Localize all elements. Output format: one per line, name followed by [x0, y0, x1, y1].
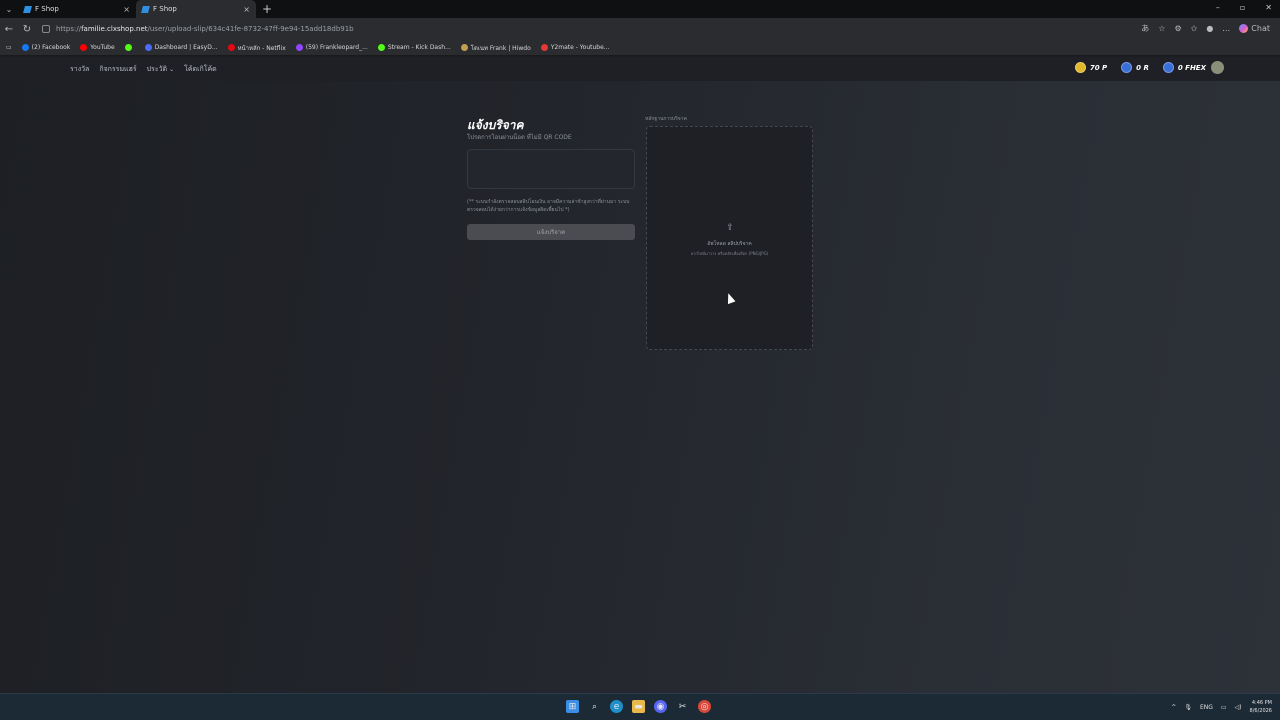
menu-item-activities[interactable]: กิจกรรมแฮร์: [99, 64, 136, 75]
bookmark-youtube[interactable]: YouTube: [80, 44, 115, 51]
form-note: (** ระบบกำลังตรวจสอบสลิปโอนเงิน อาจมีควา…: [467, 199, 630, 213]
favorites-icon[interactable]: ✩: [1191, 24, 1198, 33]
close-icon[interactable]: ×: [243, 5, 250, 14]
menu-item-history[interactable]: ประวัติ ⌄: [147, 64, 174, 75]
url-field[interactable]: https:// familie.clxshop.net /user/uploa…: [42, 22, 1122, 36]
profile-icon[interactable]: ●: [1206, 24, 1213, 33]
minimize-icon[interactable]: –: [1216, 3, 1220, 12]
favorite-star-icon[interactable]: ☆: [1158, 24, 1165, 33]
bookmark-twitch[interactable]: (59) Frankleopard_...: [295, 44, 368, 51]
upload-icon: ⇪: [726, 223, 734, 233]
y2mate-icon: [540, 44, 548, 51]
search-icon[interactable]: ⌕: [588, 700, 601, 713]
extensions-icon[interactable]: ⚙: [1174, 24, 1181, 33]
upload-label: หลักฐานการบริจาค: [645, 116, 687, 122]
reload-icon[interactable]: ↻: [18, 24, 36, 35]
edge-icon[interactable]: e: [610, 700, 623, 713]
bookmark-y2mate[interactable]: Y2mate - Youtube...: [540, 44, 610, 51]
upload-instruction: อัพโหลด สลิปบริจาค: [707, 241, 752, 247]
lock-icon: [42, 25, 50, 33]
page-subtitle: โปรดการโอนผ่านน็อต ที่ไม่มี QR CODE: [467, 134, 572, 141]
tab-actions-icon[interactable]: ⌄: [0, 0, 18, 18]
close-icon[interactable]: ×: [123, 5, 130, 14]
url-host: familie.clxshop.net: [81, 25, 148, 33]
language-indicator[interactable]: ENG: [1200, 704, 1213, 711]
new-tab-icon[interactable]: +: [262, 2, 272, 16]
tab-title: F Shop: [35, 5, 59, 13]
url-path: /user/upload-slip/634c41fe-8732-47ff-9e9…: [147, 25, 354, 33]
chevron-down-icon: ⌄: [169, 66, 175, 73]
tray-overflow-icon[interactable]: ^: [1171, 704, 1176, 711]
capcut-icon[interactable]: ✂: [676, 700, 689, 713]
browser-tab-2[interactable]: F Shop ×: [136, 0, 256, 18]
clock-date: 8/6/2026: [1249, 708, 1272, 714]
bookmarks-bar: ▭ (2) Facebook YouTube Dashboard | EasyD…: [0, 40, 1280, 56]
more-icon[interactable]: …: [1222, 24, 1230, 33]
copilot-icon: [1239, 24, 1249, 33]
submit-donation-button[interactable]: แจ้งบริจาค: [467, 224, 635, 240]
volume-icon[interactable]: ◁): [1235, 704, 1242, 711]
window-controls: – ▫ ✕: [1216, 3, 1272, 12]
file-explorer-icon[interactable]: ▬: [632, 700, 645, 713]
balance-stats: 70 P 0 R 0 FHEX: [1074, 62, 1206, 73]
translate-icon[interactable]: あ: [1141, 23, 1149, 34]
r-coin-icon: [1121, 62, 1133, 73]
r-balance: 0 R: [1121, 62, 1149, 73]
kick-icon: [377, 44, 385, 51]
fhex-balance: 0 FHEX: [1162, 62, 1206, 73]
browser-tab-bar: ⌄ F Shop × F Shop × + – ▫ ✕: [0, 0, 1280, 18]
bookmark-facebook[interactable]: (2) Facebook: [21, 44, 70, 51]
browser-tab-1[interactable]: F Shop ×: [18, 0, 136, 18]
points-balance: 70 P: [1074, 62, 1107, 73]
upload-format-hint: ลากไฟล์มาวาง หรือคลิกเพื่อเลือก (PNG/JPG…: [690, 251, 769, 256]
fshop-favicon-icon: [141, 5, 150, 13]
system-tray: ^ 🎙 ENG ▭ ◁) 4:46 PM 8/6/2026: [1171, 699, 1272, 715]
page-content: รางวัล กิจกรรมแฮร์ ประวัติ ⌄ โค้ดเกิโค้ด …: [0, 57, 1280, 693]
close-window-icon[interactable]: ✕: [1265, 3, 1272, 12]
app-icon[interactable]: ◎: [698, 700, 711, 713]
clock[interactable]: 4:46 PM 8/6/2026: [1250, 699, 1272, 715]
network-icon[interactable]: ▭: [1221, 704, 1227, 711]
discord-icon[interactable]: ◉: [654, 700, 667, 713]
taskbar-apps: ⊞ ⌕ e ▬ ◉ ✂ ◎: [566, 700, 711, 713]
copilot-chat-button[interactable]: Chat: [1239, 24, 1270, 33]
address-bar: ← ↻ https:// familie.clxshop.net /user/u…: [0, 18, 1280, 40]
bookmark-hiwdo[interactable]: โดเนท Frank | Hiwdo: [460, 43, 531, 53]
facebook-icon: [21, 44, 29, 51]
easydonate-icon: [144, 44, 152, 51]
chat-label: Chat: [1251, 24, 1270, 33]
bookmark-easydonate[interactable]: Dashboard | EasyD...: [144, 44, 218, 51]
clock-time: 4:46 PM: [1251, 700, 1272, 706]
tab-title: F Shop: [153, 5, 177, 13]
fshop-favicon-icon: [23, 5, 32, 13]
fhex-coin-icon: [1162, 62, 1174, 73]
donation-details-field[interactable]: [467, 149, 635, 189]
hiwdo-icon: [460, 44, 468, 51]
url-prefix: https://: [56, 25, 82, 33]
windows-start-icon[interactable]: ⊞: [566, 700, 579, 713]
bookmarks-toggle-icon[interactable]: ▭: [6, 44, 12, 51]
twitch-icon: [295, 44, 303, 51]
kick-icon: [124, 44, 132, 51]
youtube-icon: [80, 44, 88, 51]
microphone-icon[interactable]: 🎙: [1184, 704, 1192, 711]
menu-item-rewards[interactable]: รางวัล: [70, 64, 89, 75]
windows-taskbar: ⊞ ⌕ e ▬ ◉ ✂ ◎ ^ 🎙 ENG ▭ ◁) 4:46 PM 8/6/2…: [0, 693, 1280, 720]
avatar[interactable]: [1211, 61, 1224, 74]
point-coin-icon: [1074, 62, 1086, 73]
netflix-icon: [227, 44, 235, 51]
site-menu: รางวัล กิจกรรมแฮร์ ประวัติ ⌄ โค้ดเกิโค้ด: [70, 64, 217, 75]
toolbar-icons: あ ☆ ⚙ ✩ ● … Chat: [1141, 23, 1270, 34]
back-icon[interactable]: ←: [0, 24, 18, 35]
menu-item-redeem-code[interactable]: โค้ดเกิโค้ด: [184, 64, 217, 75]
bookmark-kick[interactable]: [124, 44, 135, 51]
site-navbar: รางวัล กิจกรรมแฮร์ ประวัติ ⌄ โค้ดเกิโค้ด …: [0, 57, 1280, 81]
bookmark-kick-dashboard[interactable]: Stream - Kick Dash...: [377, 44, 451, 51]
bookmark-netflix[interactable]: หน้าหลัก - Netflix: [227, 43, 286, 53]
slip-upload-dropzone[interactable]: ⇪ อัพโหลด สลิปบริจาค ลากไฟล์มาวาง หรือคล…: [646, 126, 813, 350]
maximize-icon[interactable]: ▫: [1240, 3, 1245, 12]
